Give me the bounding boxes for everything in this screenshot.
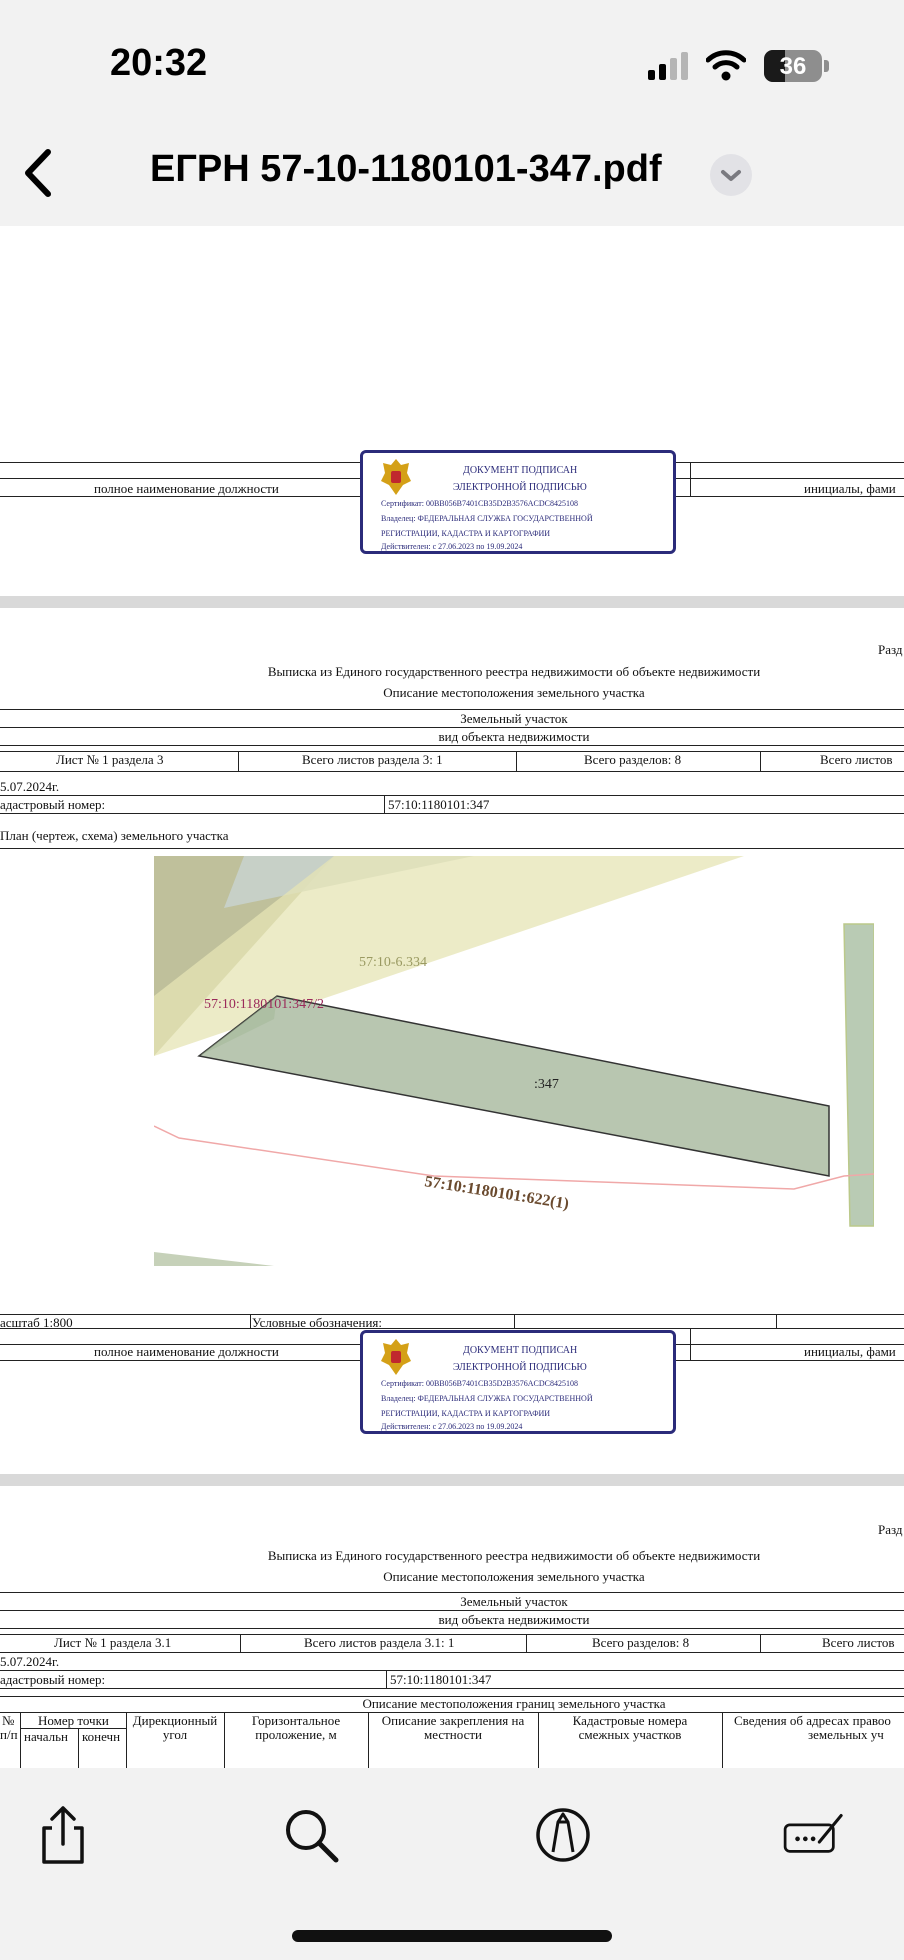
- part-label: 57:10:1180101:347/2: [204, 997, 324, 1012]
- cadastral-label: адастровый номер:: [0, 797, 106, 812]
- search-icon[interactable]: [276, 1800, 346, 1870]
- extract-subtitle: Описание местоположения земельного участ…: [383, 1569, 645, 1584]
- stamp-line1: ДОКУМЕНТ ПОДПИСАН: [463, 465, 578, 476]
- electronic-signature-stamp: ДОКУМЕНТ ПОДПИСАН ЭЛЕКТРОННОЙ ПОДПИСЬЮ С…: [360, 1330, 676, 1434]
- sheet-number: Лист № 1 раздела 3.1: [54, 1635, 172, 1650]
- stamp-cert: Сертификат: 00BB056B7401CB35D2B3576ACDC8…: [381, 1379, 578, 1388]
- stamp-valid: Действителен: с 27.06.2023 по 19.09.2024: [381, 1422, 523, 1431]
- stamp-valid: Действителен: с 27.06.2023 по 19.09.2024: [381, 542, 523, 551]
- battery-icon: 36: [764, 50, 822, 82]
- scale-label: асштаб 1:800: [0, 1315, 73, 1330]
- col-point-start: начальн: [24, 1729, 69, 1744]
- section-label: Разд: [878, 1522, 903, 1537]
- share-icon[interactable]: [28, 1800, 98, 1870]
- signature-icon[interactable]: [782, 1800, 852, 1870]
- section-label: Разд: [878, 642, 903, 657]
- markup-pen-icon[interactable]: [528, 1800, 598, 1870]
- sheets-total: Всего листов раздела 3: 1: [302, 752, 443, 767]
- col-horizontal2: проложение, м: [255, 1727, 337, 1742]
- all-sheets: Всего листов: [822, 1635, 895, 1650]
- bottom-area: [154, 1252, 274, 1266]
- electronic-signature-stamp: ДОКУМЕНТ ПОДПИСАН ЭЛЕКТРОННОЙ ПОДПИСЬЮ С…: [360, 450, 676, 554]
- chevron-down-icon: [721, 170, 741, 181]
- cadastral-label: адастровый номер:: [0, 1672, 106, 1687]
- stamp-line1: ДОКУМЕНТ ПОДПИСАН: [463, 1345, 578, 1356]
- stamp-cert: Сертификат: 00BB056B7401CB35D2B3576ACDC8…: [381, 499, 578, 508]
- wifi-icon: [706, 50, 746, 81]
- coat-of-arms-icon: [381, 1339, 411, 1375]
- col-cadastral2: смежных участков: [578, 1727, 682, 1742]
- object-type: Земельный участок: [460, 1594, 568, 1609]
- stamp-owner1: Владелец: ФЕДЕРАЛЬНАЯ СЛУЖБА ГОСУДАРСТВЕ…: [381, 1394, 593, 1403]
- stamp-owner2: РЕГИСТРАЦИИ, КАДАСТРА И КАРТОГРАФИИ: [381, 1409, 551, 1418]
- initials-label: инициалы, фами: [804, 481, 896, 496]
- position-label: полное наименование должности: [94, 481, 279, 496]
- col-num2: п/п: [0, 1727, 18, 1742]
- initials-label: инициалы, фами: [804, 1344, 896, 1359]
- battery-tip: [824, 60, 829, 72]
- extract-date: 5.07.2024г.: [0, 1654, 60, 1669]
- stamp-owner2: РЕГИСТРАЦИИ, КАДАСТРА И КАРТОГРАФИИ: [381, 529, 551, 538]
- boundary-table-title: Описание местоположения границ земельног…: [362, 1696, 666, 1711]
- all-sheets: Всего листов: [820, 752, 893, 767]
- back-chevron-icon[interactable]: [18, 148, 58, 198]
- road-label: 57:10:1180101:622(1): [423, 1173, 570, 1213]
- document-title[interactable]: ЕГРН 57-10-1180101-347.pdf: [150, 148, 662, 191]
- cadastral-number: 57:10:1180101:347: [390, 1672, 492, 1687]
- pdf-page-3: Разд Выписка из Единого государственного…: [0, 1486, 904, 1768]
- position-label: полное наименование должности: [94, 1344, 279, 1359]
- sections-total: Всего разделов: 8: [584, 752, 682, 767]
- stamp-line2: ЭЛЕКТРОННОЙ ПОДПИСЬЮ: [453, 1362, 587, 1373]
- col-point-end: конечн: [82, 1729, 121, 1744]
- stamp-owner1: Владелец: ФЕДЕРАЛЬНАЯ СЛУЖБА ГОСУДАРСТВЕ…: [381, 514, 593, 523]
- pdf-page-2: Разд Выписка из Единого государственного…: [0, 608, 904, 1474]
- plan-label: План (чертеж, схема) земельного участка: [0, 828, 229, 843]
- title-menu-button[interactable]: [710, 154, 752, 196]
- col-point: Номер точки: [38, 1713, 109, 1728]
- pdf-page-1: полное наименование должности инициалы, …: [0, 226, 904, 596]
- extract-title: Выписка из Единого государственного реес…: [267, 1548, 761, 1563]
- extract-title: Выписка из Единого государственного реес…: [267, 664, 761, 679]
- status-time: 20:32: [110, 42, 208, 84]
- extract-date: 5.07.2024г.: [0, 779, 60, 794]
- object-kind: вид объекта недвижимости: [438, 729, 590, 744]
- legend-label: Условные обозначения:: [252, 1315, 383, 1330]
- sheet-number: Лист № 1 раздела 3: [56, 752, 164, 767]
- plot-347: [197, 995, 830, 1177]
- plot-label: :347: [534, 1077, 559, 1092]
- strip-area: [843, 923, 874, 1227]
- col-description2: местности: [424, 1727, 482, 1742]
- sheets-total: Всего листов раздела 3.1: 1: [304, 1635, 455, 1650]
- coat-of-arms-icon: [381, 459, 411, 495]
- cellular-signal-icon: [648, 52, 688, 80]
- object-type: Земельный участок: [460, 711, 568, 726]
- col-address2: земельных уч: [808, 1727, 884, 1742]
- neighbor-label: 57:10-6.334: [359, 955, 427, 970]
- sections-total: Всего разделов: 8: [592, 1635, 690, 1650]
- land-plot-map: 57:10-6.334 57:10:1180101:347/2 :347 57:…: [154, 856, 874, 1266]
- extract-subtitle: Описание местоположения земельного участ…: [383, 685, 645, 700]
- object-kind: вид объекта недвижимости: [438, 1612, 590, 1627]
- cadastral-number: 57:10:1180101:347: [388, 797, 490, 812]
- home-indicator: [292, 1930, 612, 1942]
- battery-level: 36: [779, 53, 807, 80]
- stamp-line2: ЭЛЕКТРОННОЙ ПОДПИСЬЮ: [453, 482, 587, 493]
- col-angle2: угол: [162, 1727, 188, 1742]
